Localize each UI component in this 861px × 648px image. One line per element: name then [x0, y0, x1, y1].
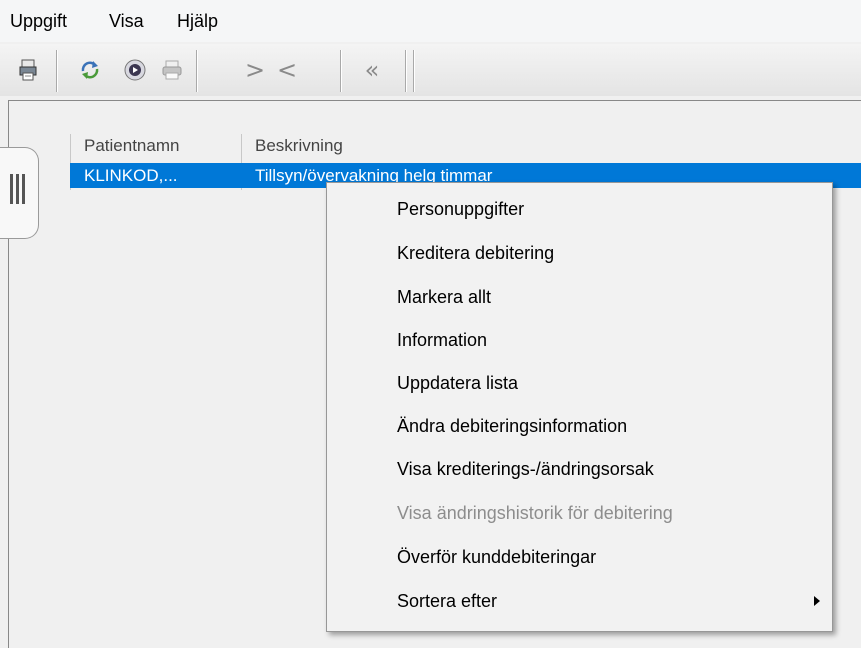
cell-patient: KLINKOD,...: [84, 166, 178, 185]
toolbar-separator: [196, 50, 198, 92]
print-list-icon: [19, 59, 37, 81]
print-list-button[interactable]: [11, 52, 47, 88]
refresh-button[interactable]: [72, 52, 108, 88]
menu-bar: Uppgift Visa Hjälp: [0, 0, 861, 42]
toolbar-separator: [340, 50, 342, 92]
submenu-arrow-icon: [814, 596, 820, 606]
previous-button[interactable]: <: [270, 50, 304, 90]
context-menu: Personuppgifter Kreditera debitering Mar…: [326, 182, 833, 632]
menu-item-visa-andringshistorik: Visa ändringshistorik för debitering: [397, 503, 673, 523]
toolbar-separator: [413, 50, 415, 92]
menu-item-kreditera-debitering[interactable]: Kreditera debitering: [397, 233, 554, 273]
menu-item-personuppgifter[interactable]: Personuppgifter: [397, 189, 524, 229]
grip-icon: [10, 174, 25, 204]
column-header-patientnamn[interactable]: Patientnamn: [84, 134, 179, 157]
next-button[interactable]: >: [238, 50, 272, 90]
menu-hjalp[interactable]: Hjälp: [175, 0, 220, 42]
printer-icon: [162, 60, 182, 80]
menu-item-sortera-efter-label: Sortera efter: [397, 591, 498, 611]
menu-uppgift[interactable]: Uppgift: [8, 0, 69, 42]
menu-visa[interactable]: Visa: [107, 0, 146, 42]
column-header-beskrivning[interactable]: Beskrivning: [255, 134, 343, 157]
menu-item-markera-allt[interactable]: Markera allt: [397, 277, 491, 317]
menu-item-overfor-kunddebiteringar[interactable]: Överför kunddebiteringar: [397, 537, 596, 577]
menu-item-visa-krediteringsorsak[interactable]: Visa krediterings-/ändringsorsak: [397, 449, 654, 489]
menu-item-sortera-efter[interactable]: Sortera efter: [397, 581, 817, 621]
toolbar-separator: [405, 50, 407, 92]
menu-item-information[interactable]: Information: [397, 320, 487, 360]
printer-button[interactable]: [154, 52, 190, 88]
navigate-button[interactable]: [117, 52, 153, 88]
menu-item-andra-debiteringsinformation[interactable]: Ändra debiteringsinformation: [397, 406, 627, 446]
menu-item-uppdatera-lista[interactable]: Uppdatera lista: [397, 363, 518, 403]
side-panel-toggle[interactable]: [0, 147, 39, 239]
toolbar: > < «: [0, 44, 861, 96]
first-button[interactable]: «: [355, 50, 389, 90]
refresh-icon: [81, 61, 99, 79]
navigate-icon: [124, 59, 146, 81]
toolbar-separator: [56, 50, 58, 92]
